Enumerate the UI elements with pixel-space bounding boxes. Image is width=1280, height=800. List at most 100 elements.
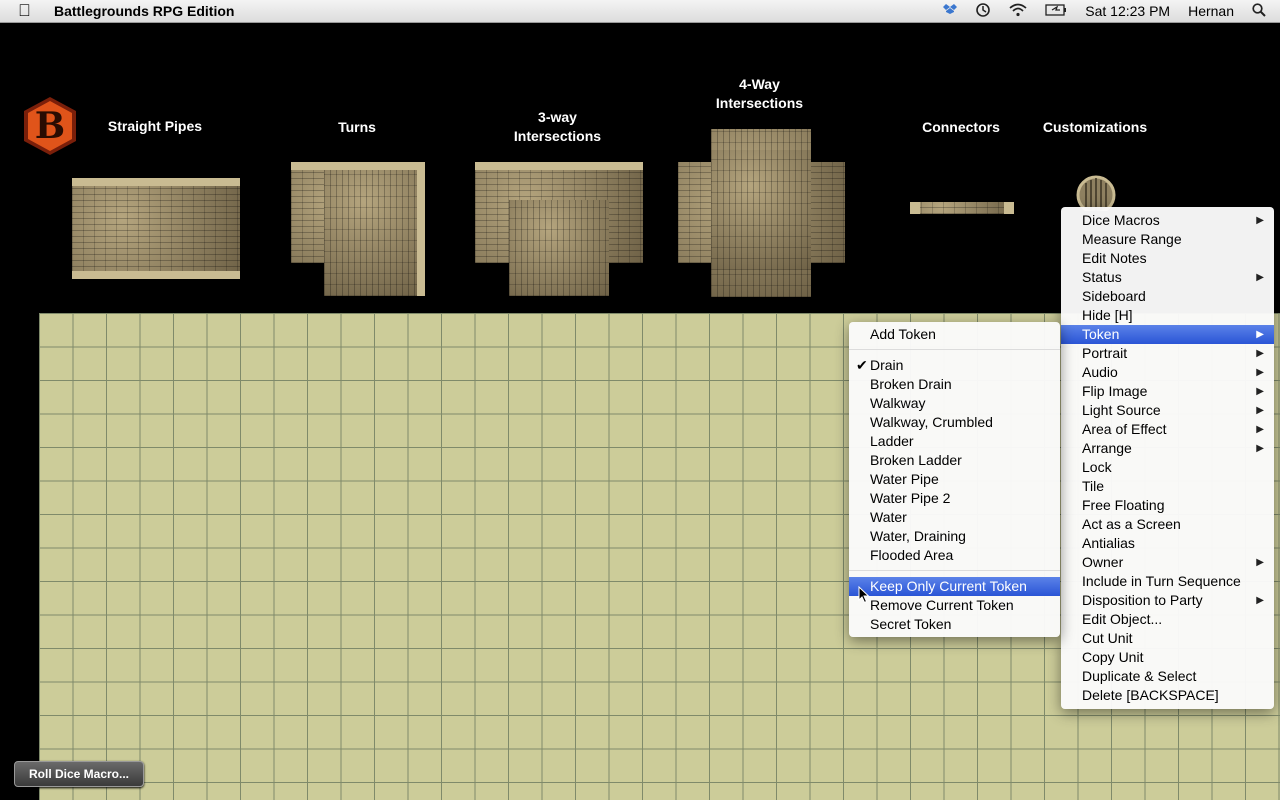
menu-item-sideboard[interactable]: Sideboard: [1061, 287, 1274, 306]
menu-item-delete-backspace[interactable]: Delete [BACKSPACE]: [1061, 686, 1274, 705]
menu-item-label: Cut Unit: [1082, 630, 1133, 646]
menu-item-act-as-a-screen[interactable]: Act as a Screen: [1061, 515, 1274, 534]
menu-bar:  Battlegrounds RPG Edition Sat 12:23 PM…: [0, 0, 1280, 23]
menu-item-flip-image[interactable]: Flip Image ▶: [1061, 382, 1274, 401]
clock[interactable]: Sat 12:23 PM: [1085, 3, 1170, 19]
submenu-arrow-icon: ▶: [1256, 595, 1264, 606]
menu-item-include-in-turn-sequence[interactable]: Include in Turn Sequence: [1061, 572, 1274, 591]
token-submenu: Add Token ✔ Drain Broken Drain Walkway Walkw…: [849, 322, 1060, 637]
menu-item-label: Act as a Screen: [1082, 516, 1181, 532]
menu-item-label: Antialias: [1082, 535, 1135, 551]
apple-menu-icon[interactable]: : [18, 1, 31, 21]
menu-item-label: Flip Image: [1082, 383, 1148, 399]
menu-item-label: Lock: [1082, 459, 1112, 475]
menu-separator: [849, 349, 1060, 350]
menu-item-area-of-effect[interactable]: Area of Effect ▶: [1061, 420, 1274, 439]
menu-item-portrait[interactable]: Portrait ▶: [1061, 344, 1274, 363]
token-action-label: Remove Current Token: [870, 597, 1014, 613]
customization-grate-piece[interactable]: [1076, 175, 1116, 215]
menu-item-status[interactable]: Status ▶: [1061, 268, 1274, 287]
token-item-flooded-area[interactable]: Flooded Area: [849, 546, 1060, 565]
token-item-label: Water: [870, 509, 907, 525]
menu-item-free-floating[interactable]: Free Floating: [1061, 496, 1274, 515]
token-item-label: Walkway: [870, 395, 926, 411]
menu-item-label: Disposition to Party: [1082, 592, 1203, 608]
menu-item-lock[interactable]: Lock: [1061, 458, 1274, 477]
category-customizations: Customizations: [1042, 119, 1148, 135]
token-item-water[interactable]: Water: [849, 508, 1060, 527]
dropbox-icon[interactable]: [943, 3, 958, 20]
token-item-label: Broken Ladder: [870, 452, 962, 468]
token-item-ladder[interactable]: Ladder: [849, 432, 1060, 451]
token-action-keep-only-current-token[interactable]: Keep Only Current Token: [849, 577, 1060, 596]
menu-item-antialias[interactable]: Antialias: [1061, 534, 1274, 553]
menu-item-label: Free Floating: [1082, 497, 1165, 513]
menu-item-disposition-to-party[interactable]: Disposition to Party ▶: [1061, 591, 1274, 610]
submenu-arrow-icon: ▶: [1256, 329, 1264, 340]
menu-item-label: Hide [H]: [1082, 307, 1133, 323]
submenu-arrow-icon: ▶: [1256, 424, 1264, 435]
token-item-walkway[interactable]: Walkway: [849, 394, 1060, 413]
spotlight-icon[interactable]: [1252, 2, 1266, 20]
token-item-label: Drain: [870, 357, 904, 373]
svg-text:B: B: [35, 105, 65, 147]
token-list: ✔ Drain Broken Drain Walkway Walkway, Crumbl…: [849, 356, 1060, 565]
roll-dice-macro-button[interactable]: Roll Dice Macro...: [14, 761, 144, 787]
time-machine-icon[interactable]: [975, 2, 991, 21]
menu-item-light-source[interactable]: Light Source ▶: [1061, 401, 1274, 420]
menu-item-label: Token: [1082, 326, 1120, 342]
menu-item-label: Measure Range: [1082, 231, 1182, 247]
menu-item-label: Sideboard: [1082, 288, 1146, 304]
token-item-broken-ladder[interactable]: Broken Ladder: [849, 451, 1060, 470]
menu-item-audio[interactable]: Audio ▶: [1061, 363, 1274, 382]
menu-item-label: Area of Effect: [1082, 421, 1167, 437]
token-item-walkway-crumbled[interactable]: Walkway, Crumbled: [849, 413, 1060, 432]
menu-item-label: Tile: [1082, 478, 1105, 494]
submenu-arrow-icon: ▶: [1256, 367, 1264, 378]
app-name-menu[interactable]: Battlegrounds RPG Edition: [54, 3, 234, 19]
menu-item-cut-unit[interactable]: Cut Unit: [1061, 629, 1274, 648]
category-3way: 3-way Intersections: [513, 109, 602, 144]
token-item-label: Water Pipe 2: [870, 490, 951, 506]
menu-item-measure-range[interactable]: Measure Range: [1061, 230, 1274, 249]
menu-item-edit-notes[interactable]: Edit Notes: [1061, 249, 1274, 268]
submenu-arrow-icon: ▶: [1256, 386, 1264, 397]
menu-item-edit-object[interactable]: Edit Object...: [1061, 610, 1274, 629]
category-4way: 4-Way Intersections: [715, 76, 804, 111]
menu-item-copy-unit[interactable]: Copy Unit: [1061, 648, 1274, 667]
menu-item-label: Copy Unit: [1082, 649, 1144, 665]
category-straight-pipes: Straight Pipes: [107, 118, 203, 134]
submenu-arrow-icon: ▶: [1256, 272, 1264, 283]
category-connectors: Connectors: [922, 119, 1000, 135]
menu-item-owner[interactable]: Owner ▶: [1061, 553, 1274, 572]
add-token-item[interactable]: Add Token: [849, 325, 1060, 344]
menu-item-token[interactable]: Token ▶: [1061, 325, 1274, 344]
menu-separator: [849, 570, 1060, 571]
menu-item-duplicate-select[interactable]: Duplicate & Select: [1061, 667, 1274, 686]
submenu-arrow-icon: ▶: [1256, 557, 1264, 568]
token-item-label: Walkway, Crumbled: [870, 414, 993, 430]
token-item-label: Ladder: [870, 433, 914, 449]
token-item-water-pipe[interactable]: Water Pipe: [849, 470, 1060, 489]
token-item-water-draining[interactable]: Water, Draining: [849, 527, 1060, 546]
menu-item-label: Delete [BACKSPACE]: [1082, 687, 1219, 703]
menu-item-dice-macros[interactable]: Dice Macros ▶: [1061, 211, 1274, 230]
user-name[interactable]: Hernan: [1188, 3, 1234, 19]
token-action-remove-current-token[interactable]: Remove Current Token: [849, 596, 1060, 615]
wifi-icon[interactable]: [1009, 3, 1027, 20]
app-logo: B: [22, 96, 78, 156]
token-item-broken-drain[interactable]: Broken Drain: [849, 375, 1060, 394]
menu-item-label: Portrait: [1082, 345, 1128, 361]
menu-item-hide-h[interactable]: Hide [H]: [1061, 306, 1274, 325]
token-item-water-pipe-2[interactable]: Water Pipe 2: [849, 489, 1060, 508]
token-item-label: Water, Draining: [870, 528, 966, 544]
token-action-label: Secret Token: [870, 616, 952, 632]
token-item-drain[interactable]: ✔ Drain: [849, 356, 1060, 375]
menu-item-arrange[interactable]: Arrange ▶: [1061, 439, 1274, 458]
token-item-label: Water Pipe: [870, 471, 939, 487]
menu-item-label: Edit Notes: [1082, 250, 1147, 266]
battery-icon[interactable]: [1045, 3, 1067, 19]
menu-item-tile[interactable]: Tile: [1061, 477, 1274, 496]
menu-item-label: Owner: [1082, 554, 1124, 570]
token-action-secret-token[interactable]: Secret Token: [849, 615, 1060, 634]
